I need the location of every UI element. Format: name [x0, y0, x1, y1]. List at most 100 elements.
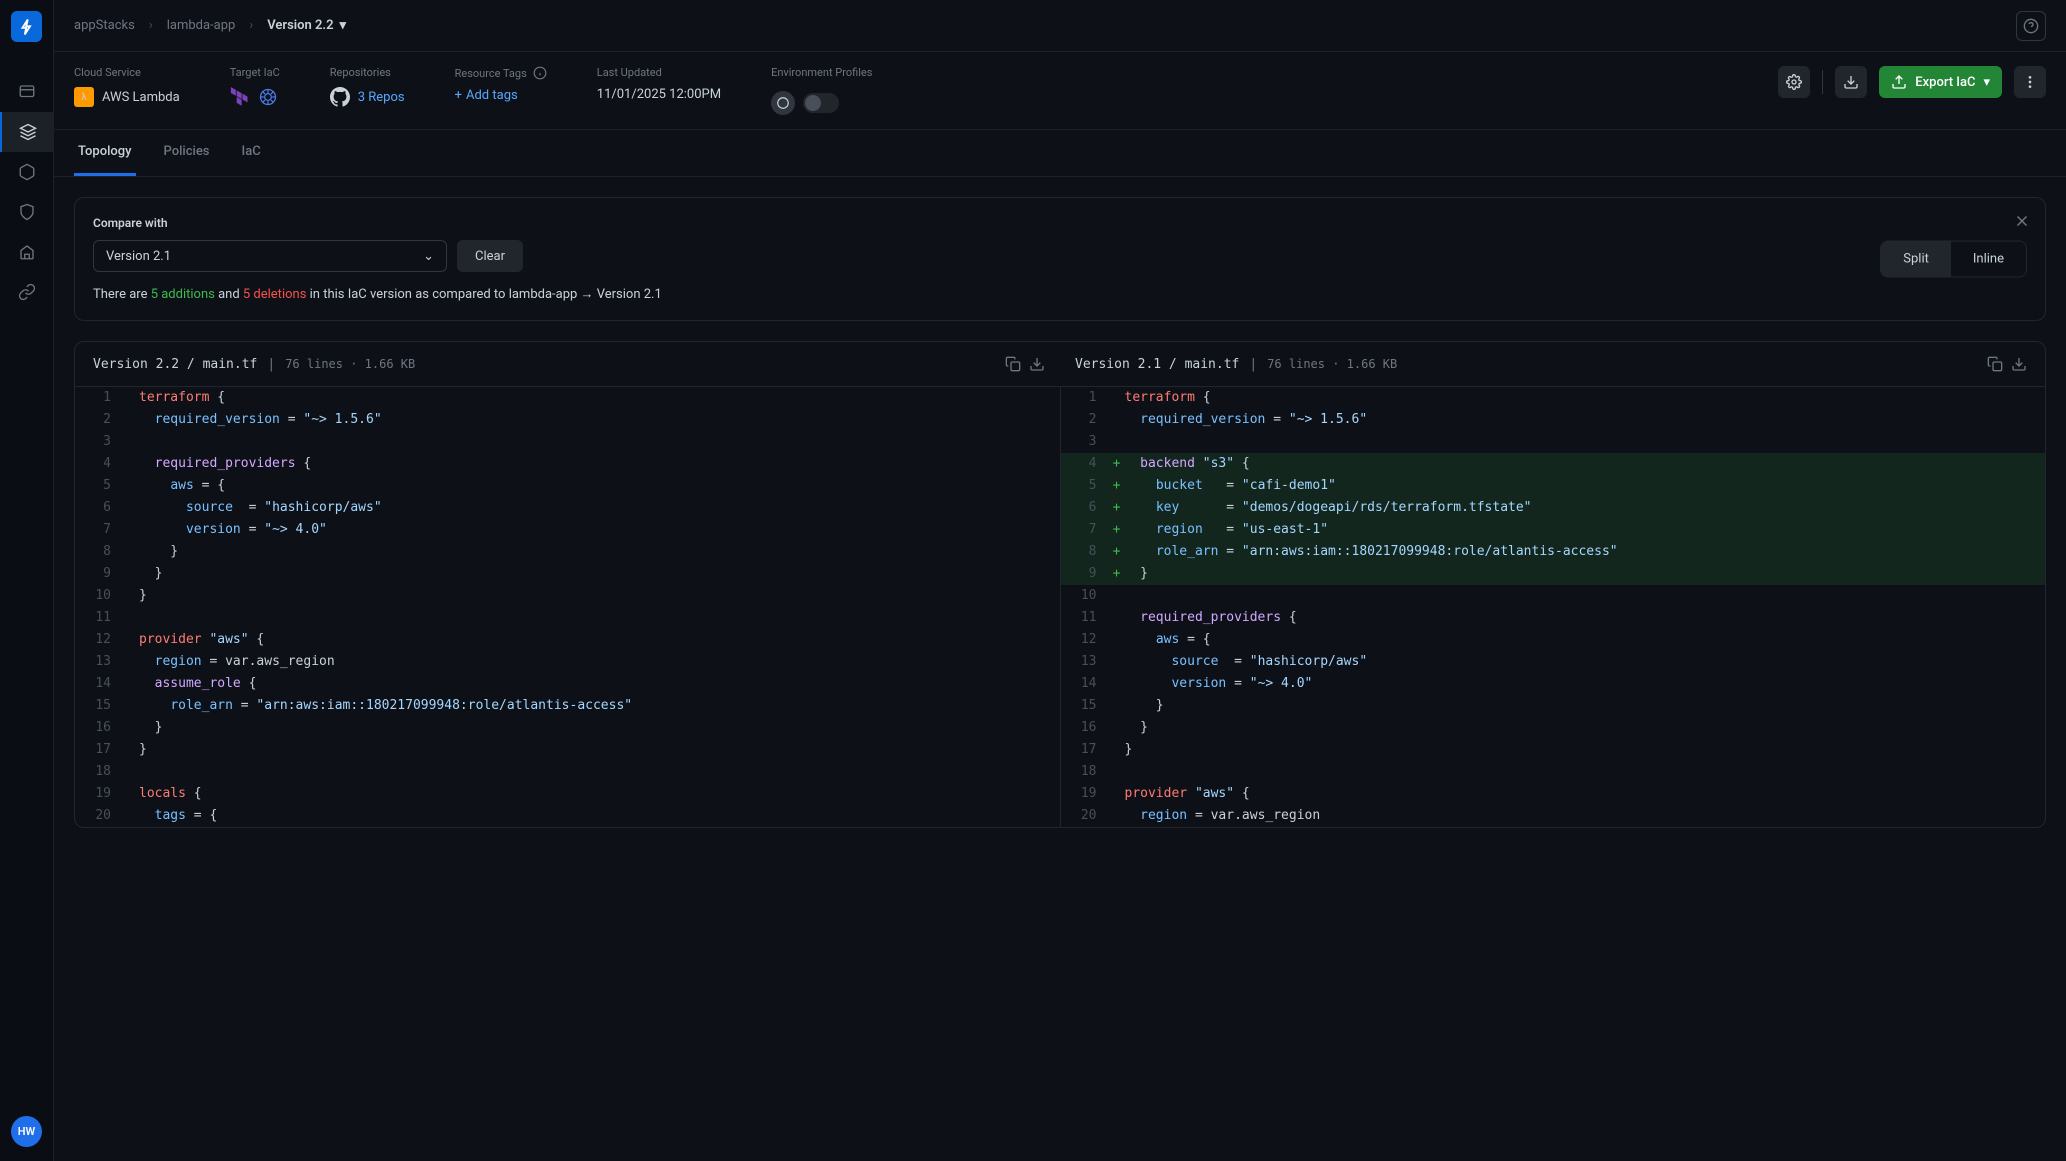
code-line: 10}	[75, 585, 1060, 607]
terraform-icon	[230, 87, 250, 107]
code-line: 10	[1061, 585, 2046, 607]
code-line: 20 tags = {	[75, 805, 1060, 827]
avatar[interactable]: HW	[11, 1116, 42, 1147]
code-line: 6+ key = "demos/dogeapi/rds/terraform.tf…	[1061, 497, 2046, 519]
helm-icon	[258, 87, 278, 107]
caret-down-icon: ▾	[1983, 75, 1990, 90]
repositories-label: Repositories	[330, 66, 405, 79]
github-icon	[330, 87, 350, 107]
code-line: 5 aws = {	[75, 475, 1060, 497]
diff-summary: There are 5 additions and 5 deletions in…	[93, 286, 2027, 302]
close-button[interactable]	[2013, 212, 2031, 234]
code-line: 8 }	[75, 541, 1060, 563]
breadcrumb: appStacks › lambda-app › Version 2.2 ▾	[74, 18, 346, 33]
view-mode-toggle: Split Inline	[1880, 241, 2027, 278]
topbar: appStacks › lambda-app › Version 2.2 ▾	[54, 0, 2066, 52]
code-line: 4+ backend "s3" {	[1061, 453, 2046, 475]
code-line: 19provider "aws" {	[1061, 783, 2046, 805]
chevron-right-icon: ›	[149, 18, 153, 33]
plus-icon: +	[455, 88, 462, 103]
code-line: 7+ region = "us-east-1"	[1061, 519, 2046, 541]
compare-version-select[interactable]: Version 2.1 ⌄	[93, 240, 447, 272]
opentofu-icon	[771, 91, 795, 115]
download-icon[interactable]	[2011, 356, 2027, 372]
code-line: 2 required_version = "~> 1.5.6"	[1061, 409, 2046, 431]
clear-button[interactable]: Clear	[457, 240, 523, 272]
aws-lambda-icon: λ	[74, 87, 94, 107]
code-line: 7 version = "~> 4.0"	[75, 519, 1060, 541]
download-icon[interactable]	[1029, 356, 1045, 372]
code-line: 13 source = "hashicorp/aws"	[1061, 651, 2046, 673]
code-line: 16 }	[75, 717, 1060, 739]
code-line: 9+ }	[1061, 563, 2046, 585]
info-icon	[533, 66, 547, 80]
right-file-meta: 76 lines · 1.66 KB	[1267, 357, 1397, 371]
inline-view-button[interactable]: Inline	[1951, 242, 2026, 277]
nav-org[interactable]	[0, 232, 54, 272]
code-line: 18	[1061, 761, 2046, 783]
code-line: 14 assume_role {	[75, 673, 1060, 695]
copy-icon[interactable]	[1005, 356, 1021, 372]
tab-policies[interactable]: Policies	[160, 130, 214, 176]
code-line: 14 version = "~> 4.0"	[1061, 673, 2046, 695]
more-button[interactable]	[2014, 66, 2046, 98]
code-line: 15 role_arn = "arn:aws:iam::180217099948…	[75, 695, 1060, 717]
caret-down-icon: ▾	[340, 18, 347, 33]
chevron-right-icon: ›	[249, 18, 253, 33]
code-line: 5+ bucket = "cafi-demo1"	[1061, 475, 2046, 497]
code-line: 11	[75, 607, 1060, 629]
code-line: 12provider "aws" {	[75, 629, 1060, 651]
breadcrumb-current[interactable]: Version 2.2 ▾	[267, 18, 346, 33]
download-button[interactable]	[1835, 66, 1867, 98]
compare-panel: Compare with Version 2.1 ⌄ Clear Split I…	[74, 197, 2046, 321]
right-file-path: Version 2.1 / main.tf	[1075, 357, 1239, 372]
help-button[interactable]	[2016, 11, 2046, 41]
code-line: 17}	[1061, 739, 2046, 761]
left-file-path: Version 2.2 / main.tf	[93, 357, 257, 372]
tabs: Topology Policies IaC	[54, 130, 2066, 177]
code-line: 8+ role_arn = "arn:aws:iam::180217099948…	[1061, 541, 2046, 563]
target-iac-label: Target IaC	[230, 66, 280, 79]
code-line: 6 source = "hashicorp/aws"	[75, 497, 1060, 519]
nav-hexagon[interactable]	[0, 152, 54, 192]
nav-link[interactable]	[0, 272, 54, 312]
compare-with-label: Compare with	[93, 216, 2027, 230]
nav-security[interactable]	[0, 192, 54, 232]
code-line: 12 aws = {	[1061, 629, 2046, 651]
tab-iac[interactable]: IaC	[238, 130, 265, 176]
last-updated-label: Last Updated	[597, 66, 721, 79]
nav-dashboard[interactable]	[0, 72, 54, 112]
settings-button[interactable]	[1778, 66, 1810, 98]
left-code-panel: 1terraform {2 required_version = "~> 1.5…	[75, 387, 1061, 827]
code-line: 1terraform {	[1061, 387, 2046, 409]
code-line: 15 }	[1061, 695, 2046, 717]
code-line: 18	[75, 761, 1060, 783]
env-profiles-label: Environment Profiles	[771, 66, 872, 79]
env-profiles-toggle[interactable]	[803, 93, 839, 113]
split-view-button[interactable]: Split	[1881, 242, 1951, 277]
chevron-down-icon: ⌄	[423, 249, 434, 264]
tab-topology[interactable]: Topology	[74, 130, 136, 176]
code-line: 2 required_version = "~> 1.5.6"	[75, 409, 1060, 431]
add-tags-button[interactable]: + Add tags	[455, 88, 547, 103]
diff-panel: Version 2.2 / main.tf | 76 lines · 1.66 …	[74, 341, 2046, 828]
code-line: 19locals {	[75, 783, 1060, 805]
code-line: 3	[1061, 431, 2046, 453]
header: Cloud Service λ AWS Lambda Target IaC Re…	[54, 52, 2066, 130]
export-iac-button[interactable]: Export IaC ▾	[1879, 66, 2002, 98]
breadcrumb-item[interactable]: lambda-app	[167, 18, 236, 33]
copy-icon[interactable]	[1987, 356, 2003, 372]
code-line: 9 }	[75, 563, 1060, 585]
code-line: 16 }	[1061, 717, 2046, 739]
cloud-service-label: Cloud Service	[74, 66, 180, 79]
code-line: 20 region = var.aws_region	[1061, 805, 2046, 827]
code-line: 1terraform {	[75, 387, 1060, 409]
repos-link[interactable]: 3 Repos	[358, 90, 405, 105]
nav-stacks[interactable]	[0, 112, 54, 152]
left-file-meta: 76 lines · 1.66 KB	[285, 357, 415, 371]
sidebar: HW	[0, 0, 54, 1161]
cloud-service-value: AWS Lambda	[102, 90, 180, 105]
breadcrumb-item[interactable]: appStacks	[74, 18, 135, 33]
app-logo[interactable]	[11, 11, 42, 42]
right-code-panel: 1terraform {2 required_version = "~> 1.5…	[1061, 387, 2046, 827]
